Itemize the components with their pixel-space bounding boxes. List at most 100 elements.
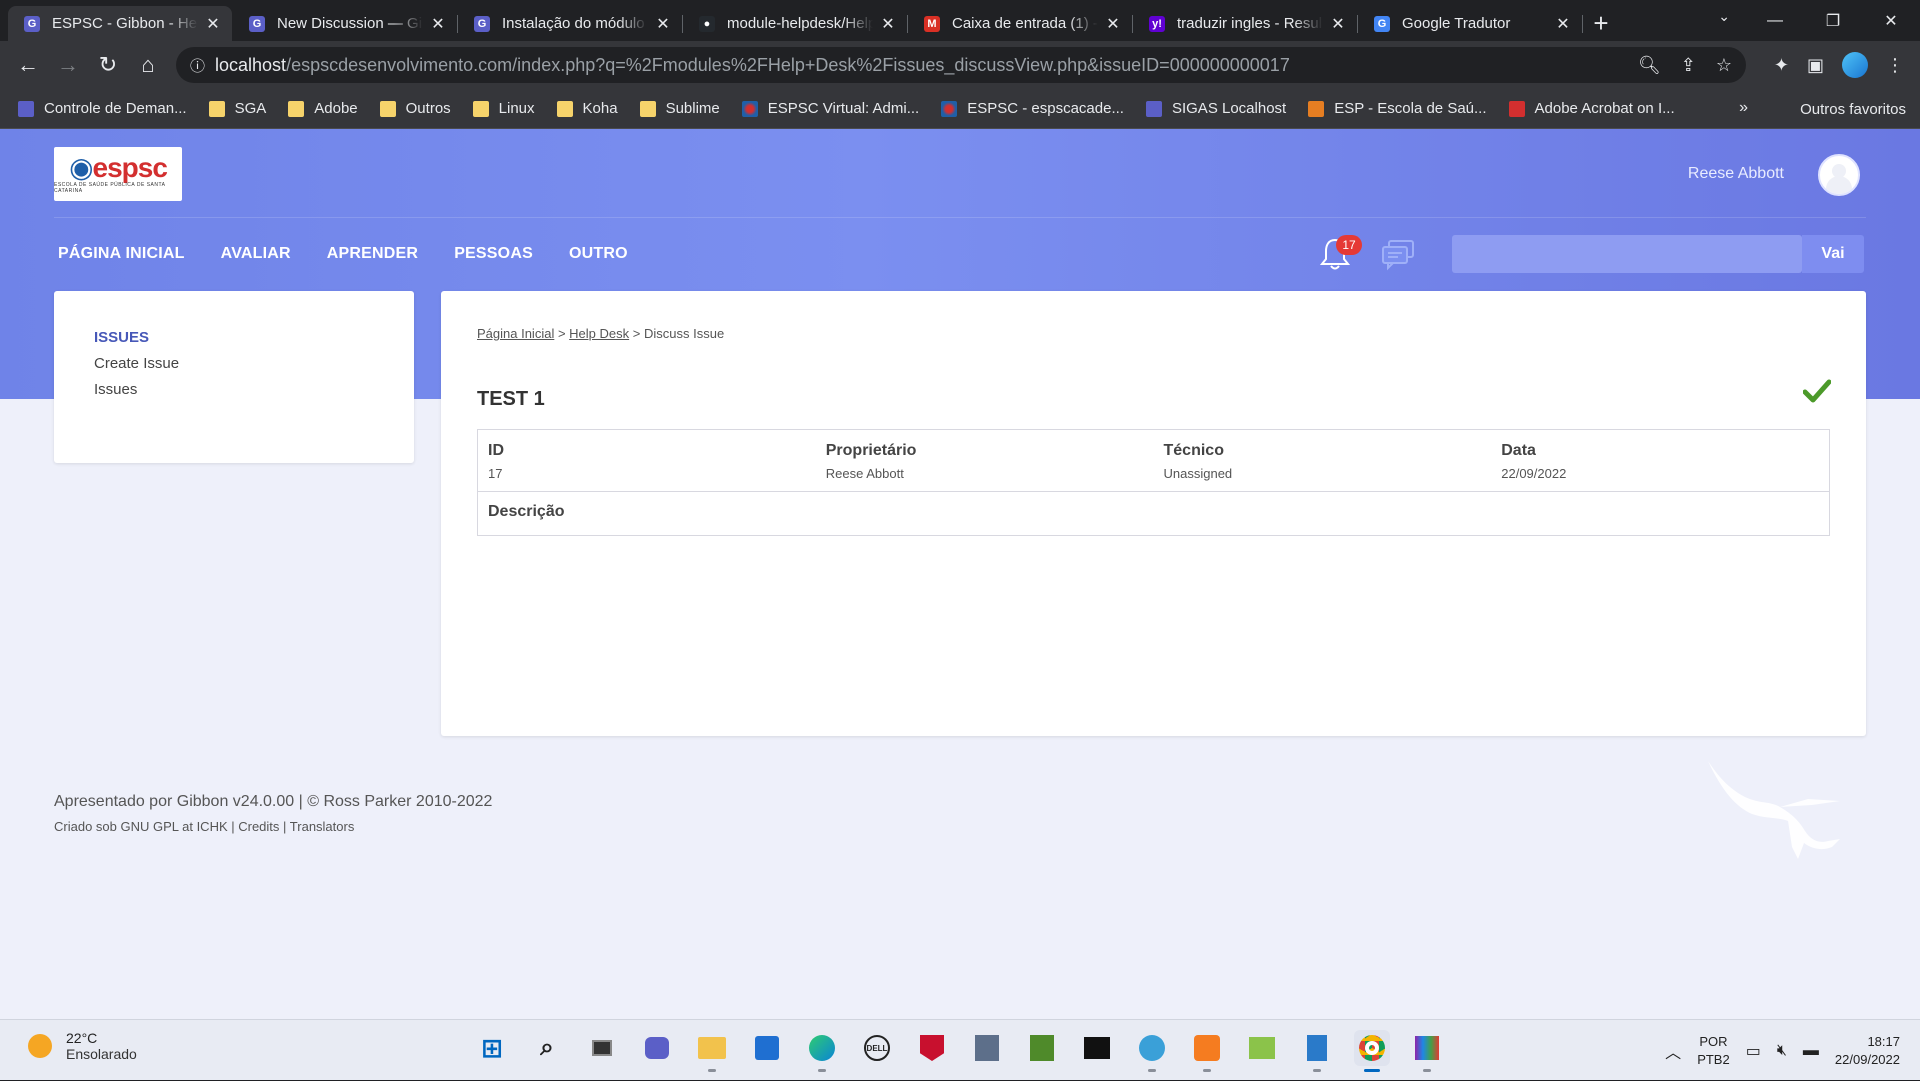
tab-close-icon[interactable]: ✕ (429, 14, 447, 34)
tab-close-icon[interactable]: ✕ (1104, 14, 1122, 34)
other-bookmarks[interactable]: Outros favoritos (1774, 89, 1906, 129)
language-code: POR (1699, 1033, 1728, 1049)
tab-search-icon[interactable]: ⌄ (1718, 8, 1730, 25)
tab-title: Instalação do módulo (502, 15, 645, 32)
user-avatar[interactable] (1818, 154, 1860, 196)
chrome-icon[interactable] (1354, 1030, 1390, 1072)
notepad-icon[interactable] (1299, 1030, 1335, 1072)
tab-close-icon[interactable]: ✕ (1554, 14, 1572, 34)
side-panel-icon[interactable]: ▣ (1807, 55, 1824, 76)
store-icon[interactable] (749, 1030, 785, 1066)
messages-icon[interactable] (1380, 237, 1416, 271)
sidebar-item-create-issue[interactable]: Create Issue (94, 355, 414, 372)
bookmark-item[interactable]: SGA (208, 100, 266, 117)
volume-muted-icon[interactable]: 🔇︎ (1777, 1042, 1787, 1060)
browser-tab[interactable]: G New Discussion — Gibbon ✕ (233, 6, 458, 41)
nav-outro[interactable]: OUTRO (569, 245, 628, 263)
bookmark-item[interactable]: Linux (472, 100, 535, 117)
address-bar[interactable]: ⓘ localhost/espscdesenvolvimento.com/ind… (176, 47, 1746, 83)
home-icon[interactable]: ⌂ (128, 45, 168, 85)
browser-toolbar: ← → ↻ ⌂ ⓘ localhost/espscdesenvolvimento… (0, 41, 1920, 89)
footer-license-text: Criado sob GNU GPL at ICHK | (54, 819, 239, 834)
bookmark-label: Outros (405, 100, 451, 117)
zoom-icon[interactable]: 🔍︎ (1638, 55, 1661, 76)
spreadsheet-icon[interactable] (1024, 1030, 1060, 1066)
reload-icon[interactable]: ↻ (88, 45, 128, 85)
tab-close-icon[interactable]: ✕ (879, 14, 897, 34)
nav-pessoas[interactable]: PESSOAS (454, 245, 533, 263)
search-icon[interactable]: ⌕ (529, 1030, 565, 1066)
extensions-icon[interactable]: ✦ (1774, 55, 1789, 76)
language-indicator[interactable]: POR PTB2 (1697, 1033, 1730, 1069)
user-name[interactable]: Reese Abbott (1688, 165, 1784, 183)
chat-app-icon[interactable] (639, 1030, 675, 1066)
browser-tab[interactable]: G Google Tradutor ✕ (1358, 6, 1583, 41)
new-tab-icon[interactable]: + (1583, 6, 1619, 41)
site-info-icon[interactable]: ⓘ (190, 55, 205, 76)
browser-tab[interactable]: y! traduzir ingles - Resul ✕ (1133, 6, 1358, 41)
bookmark-item[interactable]: Sublime (639, 100, 720, 117)
bookmark-item[interactable]: SIGAS Localhost (1145, 100, 1286, 117)
bookmarks-overflow-icon[interactable]: » (1739, 99, 1748, 117)
clock[interactable]: 18:17 22/09/2022 (1835, 1033, 1900, 1069)
bookmark-item[interactable]: Koha (556, 100, 618, 117)
bookmark-item[interactable]: ESPSC - espscacade... (941, 100, 1124, 117)
tab-close-icon[interactable]: ✕ (204, 14, 222, 34)
network-tool-icon[interactable] (1134, 1030, 1170, 1072)
window-controls: — ❐ ✕ (1746, 0, 1920, 41)
nav-aprender[interactable]: APRENDER (327, 245, 418, 263)
breadcrumb-helpdesk-link[interactable]: Help Desk (569, 326, 629, 341)
bookmark-item[interactable]: Adobe Acrobat on I... (1508, 100, 1675, 117)
search-input[interactable] (1452, 235, 1802, 273)
tab-close-icon[interactable]: ✕ (654, 14, 672, 34)
start-icon[interactable]: ⊞ (474, 1030, 510, 1066)
espsc-logo[interactable]: ◉espsc ESCOLA DE SAÚDE PÚBLICA DE SANTA … (54, 147, 182, 201)
footer-translators-link[interactable]: Translators (290, 819, 355, 834)
bookmark-item[interactable]: ESPSC Virtual: Admi... (741, 100, 919, 117)
mcafee-icon[interactable] (914, 1030, 950, 1066)
sidebar-item-issues[interactable]: Issues (94, 381, 414, 398)
bookmark-favicon-icon (1308, 100, 1325, 117)
task-view-icon[interactable] (584, 1030, 620, 1066)
forward-icon[interactable]: → (48, 45, 88, 85)
browser-tab[interactable]: M Caixa de entrada (1) - ✕ (908, 6, 1133, 41)
bookmark-item[interactable]: Adobe (288, 100, 358, 117)
bookmark-item[interactable]: Controle de Deman... (18, 100, 187, 117)
footer-credits-link[interactable]: Credits (238, 819, 279, 834)
bookmark-star-icon[interactable]: ☆ (1716, 55, 1732, 76)
tab-close-icon[interactable]: ✕ (1329, 14, 1347, 34)
battery-icon[interactable]: ▬ (1803, 1042, 1819, 1060)
browser-tab[interactable]: G Instalação do módulo ✕ (458, 6, 683, 41)
share-icon[interactable]: ⇪ (1681, 55, 1696, 76)
page-content: ◉espsc ESCOLA DE SAÚDE PÚBLICA DE SANTA … (0, 129, 1920, 1019)
tray-overflow-icon[interactable]: ︿ (1665, 1039, 1681, 1063)
dell-icon[interactable]: DELL (859, 1030, 895, 1066)
nav-avaliar[interactable]: AVALIAR (221, 245, 291, 263)
breadcrumb-home-link[interactable]: Página Inicial (477, 326, 554, 341)
network-icon[interactable]: ▭ (1746, 1041, 1761, 1061)
file-explorer-icon[interactable] (694, 1030, 730, 1072)
browser-tab[interactable]: G ESPSC - Gibbon - Help Desk ✕ (8, 6, 232, 41)
bookmark-label: Linux (498, 100, 535, 117)
sql-tool-icon[interactable] (969, 1030, 1005, 1066)
image-editor-icon[interactable] (1244, 1030, 1280, 1066)
field-label: ID (488, 442, 504, 459)
search-go-button[interactable]: Vai (1802, 235, 1864, 273)
issue-field-owner: Proprietário Reese Abbott (816, 430, 1154, 491)
terminal-icon[interactable] (1079, 1030, 1115, 1066)
menu-icon[interactable]: ⋮ (1886, 55, 1904, 76)
restore-icon[interactable]: ❐ (1804, 0, 1862, 41)
resolve-check-icon[interactable] (1803, 379, 1831, 403)
weather-widget[interactable]: 22°C Ensolarado (28, 1030, 137, 1062)
bookmark-item[interactable]: ESP - Escola de Saú... (1308, 100, 1487, 117)
winrar-icon[interactable] (1409, 1030, 1445, 1072)
profile-avatar[interactable] (1842, 52, 1868, 78)
back-icon[interactable]: ← (8, 45, 48, 85)
xampp-icon[interactable] (1189, 1030, 1225, 1072)
browser-tab[interactable]: ● module-helpdesk/Help ✕ (683, 6, 908, 41)
nav-pagina-inicial[interactable]: PÁGINA INICIAL (58, 245, 185, 263)
minimize-icon[interactable]: — (1746, 0, 1804, 41)
edge-icon[interactable] (804, 1030, 840, 1072)
close-window-icon[interactable]: ✕ (1862, 0, 1920, 41)
bookmark-item[interactable]: Outros (379, 100, 451, 117)
